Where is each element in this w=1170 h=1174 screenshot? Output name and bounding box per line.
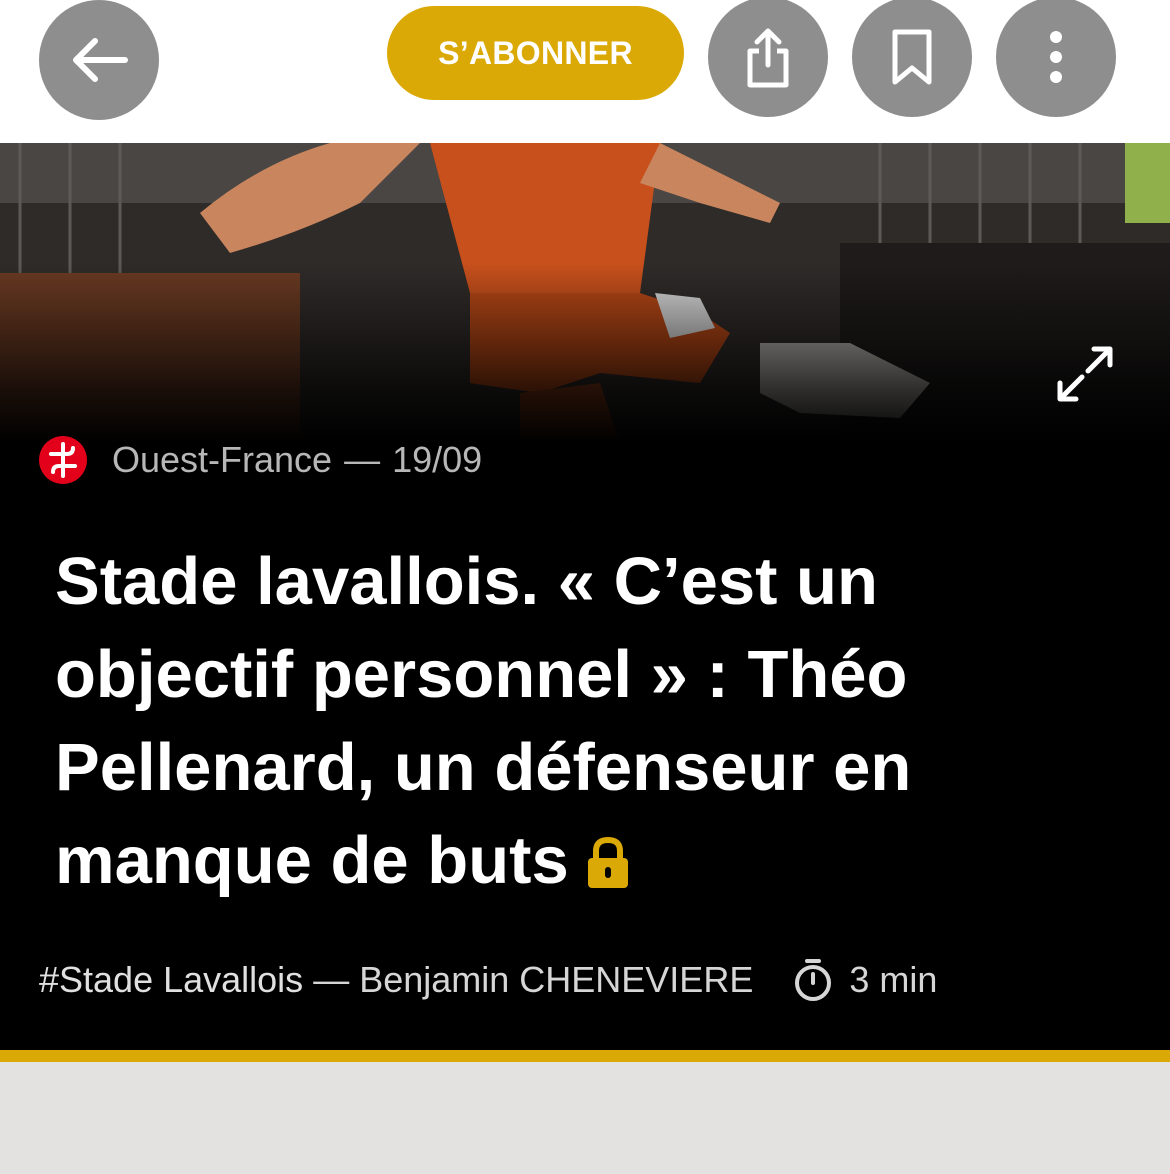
photo-gradient-overlay: [0, 143, 1170, 443]
reading-time: 3 min: [849, 959, 938, 1000]
subscribe-button[interactable]: S’ABONNER: [387, 6, 684, 100]
bookmark-icon: [892, 29, 932, 85]
lock-icon: [587, 820, 629, 913]
article-header: Ouest-France — 19/09 Stade lavallois. « …: [0, 143, 1170, 1050]
article-meta: #Stade Lavallois — Benjamin CHENEVIERE 3…: [39, 955, 937, 1005]
author-separator: —: [313, 959, 350, 1000]
source-row: Ouest-France — 19/09: [39, 435, 482, 485]
back-arrow-icon: [73, 38, 128, 82]
article-title-text: Stade lavallois. « C’est un objectif per…: [55, 544, 912, 898]
ouest-france-logo-icon[interactable]: [39, 436, 87, 484]
back-button[interactable]: [39, 0, 159, 120]
bookmark-button[interactable]: [852, 0, 972, 117]
expand-icon: [1057, 346, 1113, 402]
publication-date: 19/09: [392, 439, 483, 480]
article-photo[interactable]: [0, 143, 1170, 443]
top-toolbar: S’ABONNER: [0, 0, 1170, 143]
author-name[interactable]: Benjamin CHENEVIERE: [359, 959, 753, 1001]
source-name[interactable]: Ouest-France: [112, 439, 332, 481]
share-icon: [747, 28, 789, 88]
header-accent-divider: [0, 1050, 1170, 1062]
share-button[interactable]: [708, 0, 828, 117]
article-title: Stade lavallois. « C’est un objectif per…: [55, 535, 1115, 913]
timer-icon: [795, 959, 832, 1001]
topic-tag[interactable]: #Stade Lavallois: [39, 959, 303, 1001]
expand-image-button[interactable]: [1054, 343, 1116, 405]
more-vertical-icon: [1050, 31, 1062, 83]
source-date-separator: —: [344, 439, 381, 480]
more-options-button[interactable]: [996, 0, 1116, 117]
